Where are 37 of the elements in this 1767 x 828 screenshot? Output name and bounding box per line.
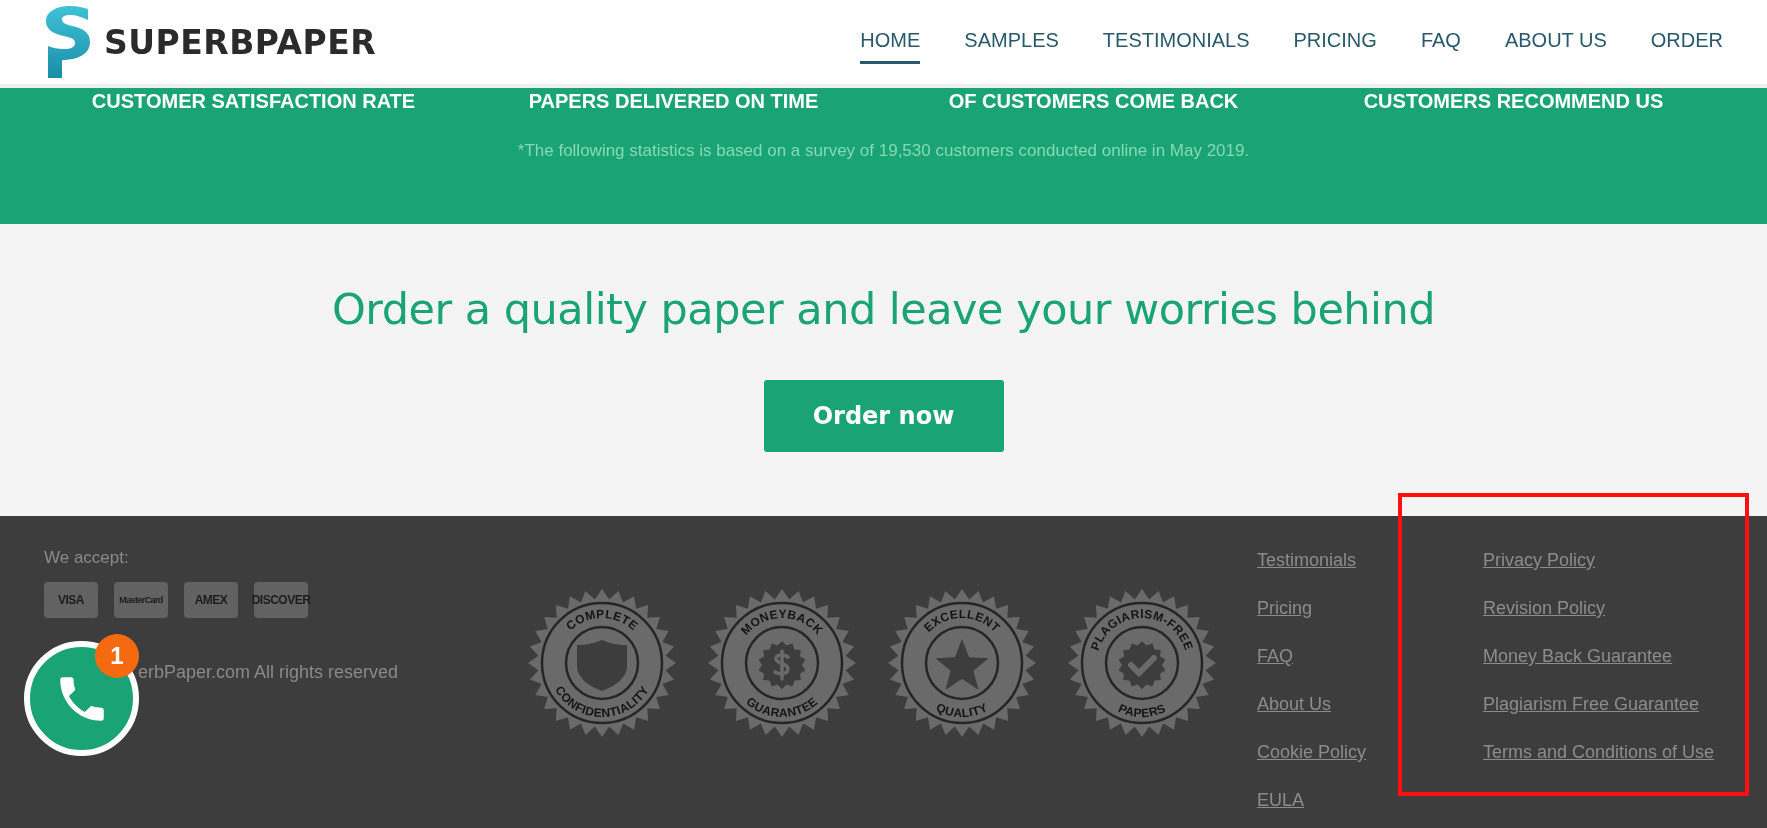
copyright-text: erbPaper.com All rights reserved	[137, 662, 400, 683]
mastercard-logo: MasterCard	[114, 582, 168, 618]
card-logo: AMEX	[184, 582, 238, 618]
seal-caption: GUARANTEE	[743, 694, 821, 721]
accept-label: We accept:	[44, 548, 130, 568]
footer-link[interactable]: Revision Policy	[1483, 596, 1743, 620]
nav-link[interactable]: ORDER	[1650, 14, 1723, 64]
nav-link[interactable]: ABOUT US	[1504, 14, 1607, 64]
dollar-icon	[758, 641, 806, 689]
footer-link[interactable]: Terms and Conditions of Use	[1483, 740, 1743, 764]
nav-link[interactable]: PRICING	[1293, 14, 1377, 64]
nav-link[interactable]: HOME	[860, 14, 921, 64]
stat-label: PAPERS DELIVERED ON TIME	[527, 90, 820, 113]
footer-link[interactable]: EULA	[1257, 788, 1483, 812]
order-button[interactable]: Order now	[763, 380, 1004, 452]
card-logo: VISA	[44, 582, 98, 618]
stat-label: CUSTOMER SATISFACTION RATE	[90, 90, 417, 113]
footer-link[interactable]: Plagiarism Free Guarantee	[1483, 692, 1743, 716]
footer-link[interactable]: About Us	[1257, 692, 1483, 716]
footer-link[interactable]: Cookie Policy	[1257, 740, 1483, 764]
nav-link[interactable]: SAMPLES	[964, 14, 1059, 64]
survey-note: *The following statistics is based on a survey of 19,530 customers conducted online in May 2019.	[517, 141, 1250, 161]
footer-link[interactable]: Money Back Guarantee	[1483, 644, 1743, 668]
logo-icon	[44, 6, 92, 78]
seal-caption: PAPERS	[1116, 701, 1168, 721]
brand-name: SUPERBPAPER	[104, 22, 377, 62]
footer-link[interactable]: FAQ	[1257, 644, 1483, 668]
stat-label: CUSTOMERS RECOMMEND US	[1362, 90, 1665, 113]
footer-link[interactable]: Testimonials	[1257, 548, 1483, 572]
footer-link[interactable]: Privacy Policy	[1483, 548, 1743, 572]
seal-caption: QUALITY	[934, 700, 990, 721]
footer-link[interactable]: Pricing	[1257, 596, 1483, 620]
star-icon	[935, 639, 989, 690]
nav-link[interactable]: TESTIMONIALS	[1102, 14, 1250, 64]
cta-heading: Order a quality paper and leave your worries behind	[331, 284, 1436, 334]
nav-link[interactable]: FAQ	[1420, 14, 1461, 64]
stat-label: OF CUSTOMERS COME BACK	[947, 90, 1240, 113]
